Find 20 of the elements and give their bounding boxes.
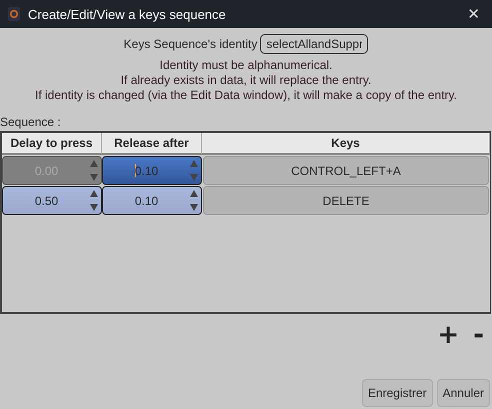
number-spinbox[interactable]: 0.10 (102, 186, 202, 215)
sequence-label: Sequence : (0, 115, 61, 129)
action-button[interactable]: Annuler (436, 379, 490, 407)
add-row-button[interactable]: + (437, 322, 460, 348)
keys-button[interactable]: CONTROL_LEFT+A (203, 156, 489, 185)
up-arrow-icon[interactable] (90, 190, 98, 197)
up-arrow-icon[interactable] (190, 190, 198, 197)
window-title: Create/Edit/View a keys sequence (28, 6, 227, 22)
hint-text: If identity is changed (via the Edit Data window), it will make a copy of the entry. (35, 88, 457, 103)
down-arrow-icon[interactable] (190, 204, 198, 211)
number-spinbox[interactable]: 0.50 (2, 186, 102, 215)
hint-text: Identity must be alphanumerical. (160, 58, 332, 73)
remove-row-button[interactable]: - (473, 322, 484, 348)
keys-button[interactable]: DELETE (203, 186, 489, 215)
close-button[interactable]: ✕ (463, 5, 484, 23)
down-arrow-icon[interactable] (90, 204, 98, 211)
app-icon (8, 7, 20, 21)
action-button[interactable]: Enregistrer (362, 379, 433, 407)
hint-text: If already exists in data, it will replace the entry. (120, 73, 372, 88)
identity-label: Keys Sequence's identity (124, 37, 258, 51)
